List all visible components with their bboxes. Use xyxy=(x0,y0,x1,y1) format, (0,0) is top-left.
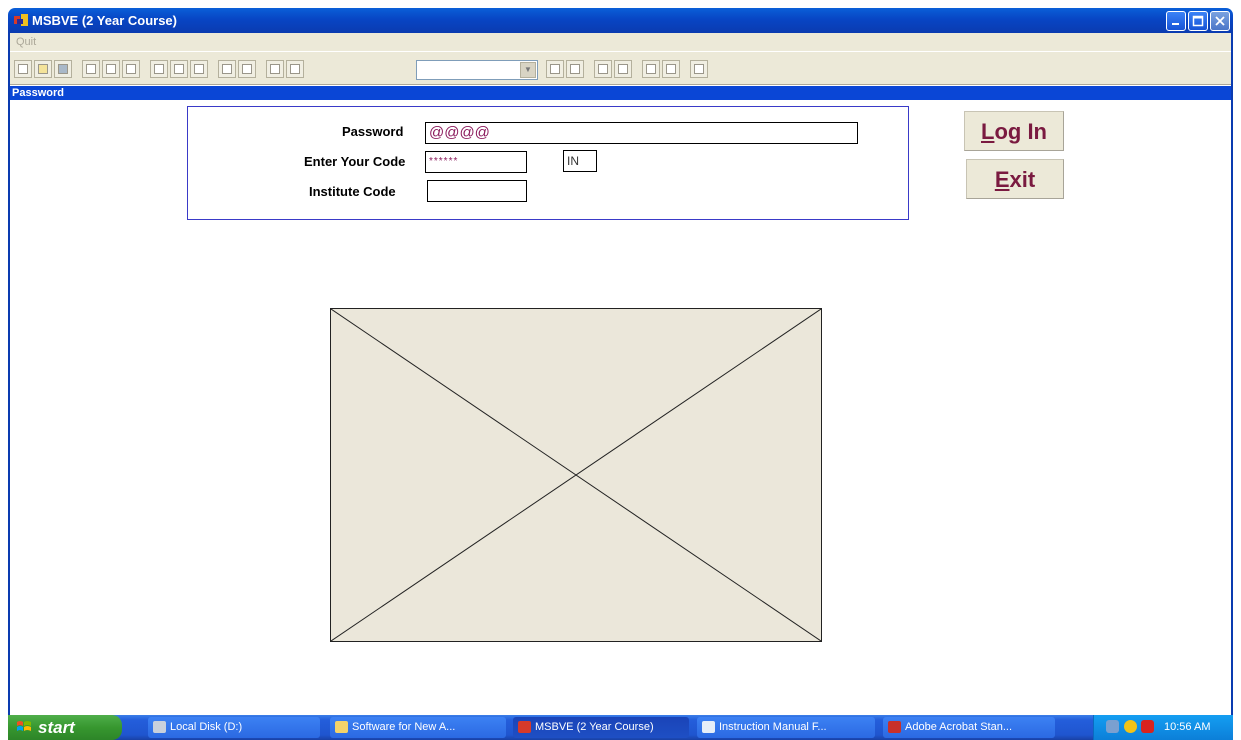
network-icon[interactable] xyxy=(1106,720,1119,733)
code-label: Enter Your Code xyxy=(304,154,406,169)
institute-code-field[interactable] xyxy=(427,180,527,202)
chevron-down-icon[interactable]: ▼ xyxy=(520,62,536,78)
taskbar: start Local Disk (D:) Software for New A… xyxy=(8,715,1233,740)
redo-icon[interactable] xyxy=(238,60,256,78)
window-border-right xyxy=(1231,33,1233,715)
start-button[interactable]: start xyxy=(8,715,122,740)
app-icon xyxy=(14,14,28,26)
print-icon[interactable] xyxy=(82,60,100,78)
run-icon[interactable] xyxy=(266,60,284,78)
security-shield-icon[interactable] xyxy=(1124,720,1137,733)
exit-button-mnemonic: E xyxy=(994,167,1010,192)
new-object-icon[interactable] xyxy=(614,60,632,78)
child-window-titlebar[interactable]: Password xyxy=(10,86,1231,100)
app-icon xyxy=(518,721,531,733)
toolbar-combo[interactable]: ▼ xyxy=(416,60,538,80)
code-suffix-field[interactable]: IN xyxy=(563,150,597,172)
help-icon[interactable] xyxy=(690,60,708,78)
image-placeholder-cross xyxy=(330,308,822,642)
child-window-title: Password xyxy=(12,87,64,99)
paste-icon[interactable] xyxy=(190,60,208,78)
maximize-button[interactable] xyxy=(1188,11,1208,31)
clock[interactable]: 10:56 AM xyxy=(1164,721,1210,733)
exit-button-label: xit xyxy=(1009,167,1036,192)
task-label: Adobe Acrobat Stan... xyxy=(905,721,1013,733)
copy-icon[interactable] xyxy=(170,60,188,78)
maximize-icon xyxy=(1192,15,1204,27)
windows-flag-icon xyxy=(17,721,31,731)
task-msbve[interactable]: MSBVE (2 Year Course) xyxy=(513,717,689,738)
properties-icon[interactable] xyxy=(642,60,660,78)
task-instruction-manual[interactable]: Instruction Manual F... xyxy=(697,717,875,738)
spelling-icon[interactable] xyxy=(122,60,140,78)
login-button[interactable]: Log In xyxy=(964,111,1064,151)
acrobat-icon xyxy=(888,721,901,733)
datasheet-icon[interactable] xyxy=(566,60,584,78)
window-titlebar[interactable]: MSBVE (2 Year Course) xyxy=(8,8,1233,33)
exit-button[interactable]: Exit xyxy=(966,159,1064,199)
drive-icon xyxy=(153,721,166,733)
close-icon xyxy=(1215,16,1225,26)
print-preview-icon[interactable] xyxy=(102,60,120,78)
window-title: MSBVE (2 Year Course) xyxy=(32,13,177,28)
task-adobe-acrobat[interactable]: Adobe Acrobat Stan... xyxy=(883,717,1055,738)
image-placeholder xyxy=(330,308,822,642)
task-local-disk[interactable]: Local Disk (D:) xyxy=(148,717,320,738)
task-label: MSBVE (2 Year Course) xyxy=(535,721,654,733)
document-icon xyxy=(702,721,715,733)
login-button-mnemonic: L xyxy=(981,119,995,144)
undo-icon[interactable] xyxy=(218,60,236,78)
new-icon[interactable] xyxy=(14,60,32,78)
folder-icon xyxy=(335,721,348,733)
antivirus-icon[interactable] xyxy=(1141,720,1154,733)
password-label: Password xyxy=(342,124,404,139)
design-icon[interactable] xyxy=(286,60,304,78)
system-tray: 10:56 AM xyxy=(1093,715,1233,740)
institute-code-label: Institute Code xyxy=(309,184,396,199)
start-label: start xyxy=(38,718,75,737)
cut-icon[interactable] xyxy=(150,60,168,78)
code-icon[interactable] xyxy=(662,60,680,78)
minimize-icon xyxy=(1172,23,1179,25)
window-border-left xyxy=(8,33,10,715)
database-window-icon[interactable] xyxy=(594,60,612,78)
form-view-icon[interactable] xyxy=(546,60,564,78)
code-field[interactable]: ****** xyxy=(425,151,527,173)
close-button[interactable] xyxy=(1210,11,1230,31)
task-label: Software for New A... xyxy=(352,721,456,733)
task-software-folder[interactable]: Software for New A... xyxy=(330,717,506,738)
task-label: Local Disk (D:) xyxy=(170,721,243,733)
menu-bar: Quit xyxy=(10,33,1231,51)
toolbar: ▼ xyxy=(10,51,1231,85)
login-form-panel: Password @@@@ Enter Your Code ****** IN … xyxy=(187,106,909,220)
open-icon[interactable] xyxy=(34,60,52,78)
task-label: Instruction Manual F... xyxy=(719,721,827,733)
minimize-button[interactable] xyxy=(1166,11,1186,31)
save-icon[interactable] xyxy=(54,60,72,78)
password-field[interactable]: @@@@ xyxy=(425,122,858,144)
login-button-label: og In xyxy=(994,119,1047,144)
menu-item-quit[interactable]: Quit xyxy=(16,36,36,48)
